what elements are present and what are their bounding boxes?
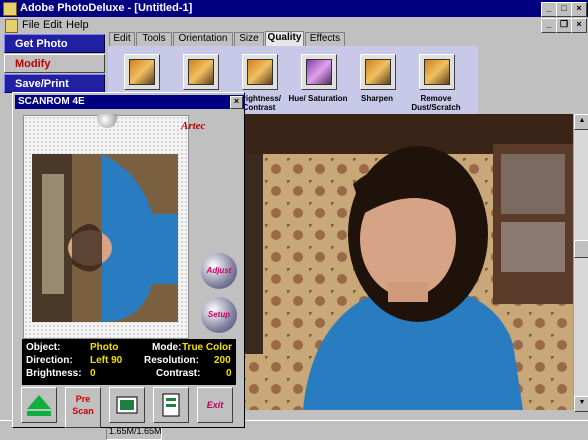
- save-print-button[interactable]: Save/Print: [4, 74, 105, 93]
- menu-help[interactable]: Help: [66, 19, 89, 31]
- window-title: Adobe PhotoDeluxe - [Untitled-1]: [20, 2, 193, 14]
- dust-icon: [424, 59, 450, 85]
- modify-button[interactable]: Modify: [4, 54, 105, 73]
- photo-image: [243, 114, 573, 410]
- title-bar: Adobe PhotoDeluxe - [Untitled-1] _ □ ×: [0, 0, 588, 17]
- eject-button[interactable]: [21, 387, 57, 423]
- tab-effects[interactable]: Effects: [305, 32, 345, 46]
- quality-tool-2[interactable]: [183, 54, 219, 90]
- tab-quality[interactable]: Quality: [265, 31, 304, 46]
- adjust-button[interactable]: Adjust: [201, 253, 237, 289]
- object-value: Photo: [90, 342, 119, 353]
- exit-button[interactable]: Exit: [197, 387, 233, 423]
- menu-file[interactable]: File: [22, 19, 40, 31]
- eject-icon: [27, 395, 51, 416]
- scan-preview[interactable]: [23, 114, 189, 339]
- sharpen-tool[interactable]: [360, 54, 396, 90]
- sharpen-icon: [365, 59, 391, 85]
- doc-minimize-button[interactable]: _: [541, 18, 557, 33]
- maximize-button[interactable]: □: [556, 2, 572, 17]
- brightness-icon: [247, 59, 273, 85]
- brightness-contrast-tool[interactable]: [242, 54, 278, 90]
- contrast-label: Contrast:: [156, 368, 201, 379]
- tab-orientation[interactable]: Orientation: [173, 32, 233, 46]
- scroll-thumb[interactable]: [574, 240, 588, 258]
- brightness-label: Brightness:: [26, 368, 82, 379]
- prescan-button[interactable]: Pre Scan: [65, 387, 101, 428]
- scanner-title-bar: SCANROM 4E ×: [15, 95, 245, 109]
- scan-to-file-button[interactable]: [153, 387, 189, 423]
- contrast-value: 0: [226, 368, 232, 379]
- scanner-dialog: SCANROM 4E × Artec Adjust Setup Object: …: [12, 92, 245, 428]
- doc-close-button[interactable]: ×: [571, 18, 587, 33]
- vertical-scrollbar[interactable]: ▲ ▼: [573, 114, 588, 412]
- scanner-close-button[interactable]: ×: [230, 96, 243, 109]
- remove-dust-label: Remove Dust/Scratch: [411, 94, 461, 112]
- direction-value: Left 90: [90, 355, 123, 366]
- direction-label: Direction:: [26, 355, 73, 366]
- remove-dust-tool[interactable]: [419, 54, 455, 90]
- hue-saturation-tool[interactable]: [301, 54, 337, 90]
- artec-logo: Artec: [181, 120, 206, 132]
- lamp-icon: [97, 114, 117, 128]
- tab-edit[interactable]: Edit: [109, 32, 135, 46]
- close-button[interactable]: ×: [571, 2, 587, 17]
- mode-label: Mode:: [152, 342, 182, 353]
- document-icon[interactable]: [5, 19, 18, 33]
- quality-tool-1[interactable]: [124, 54, 160, 90]
- photo-canvas[interactable]: [243, 114, 573, 410]
- minimize-button[interactable]: _: [541, 2, 557, 17]
- mode-value: True Color: [182, 342, 233, 353]
- scanner-title: SCANROM 4E: [18, 96, 85, 107]
- get-photo-button[interactable]: Get Photo: [4, 34, 105, 53]
- brightness-value: 0: [90, 368, 96, 379]
- resolution-label: Resolution:: [144, 355, 199, 366]
- quality-icon: [129, 59, 155, 85]
- tab-size[interactable]: Size: [234, 32, 264, 46]
- doc-restore-button[interactable]: ❐: [556, 18, 572, 33]
- scan-icon: [116, 396, 138, 414]
- quality-icon: [188, 59, 214, 85]
- scroll-up-button[interactable]: ▲: [574, 114, 588, 130]
- resolution-value: 200: [214, 355, 231, 366]
- menu-edit[interactable]: Edit: [43, 19, 62, 31]
- tab-tools[interactable]: Tools: [136, 32, 172, 46]
- app-icon: [3, 2, 17, 16]
- scroll-down-button[interactable]: ▼: [574, 396, 588, 412]
- preview-image: [32, 154, 178, 322]
- scan-info-panel: Object: Photo Mode: True Color Direction…: [22, 339, 236, 385]
- setup-button[interactable]: Setup: [201, 297, 237, 333]
- object-label: Object:: [26, 342, 61, 353]
- document-scan-icon: [162, 393, 180, 417]
- hue-icon: [306, 59, 332, 85]
- scan-button[interactable]: [109, 387, 145, 423]
